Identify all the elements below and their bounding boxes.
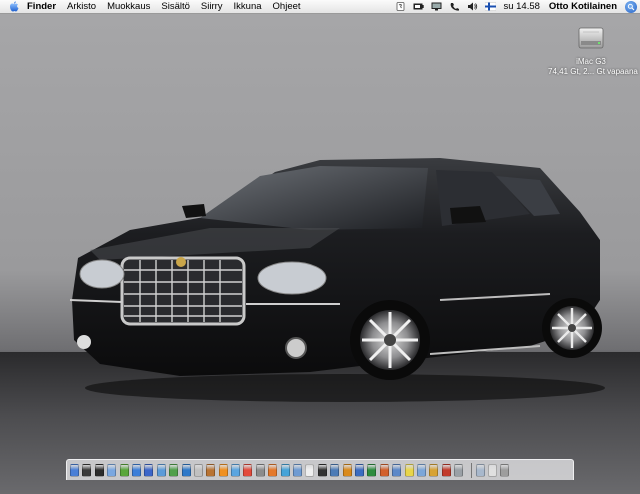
drive-capacity: 74,41 Gt, 2... Gt vapaana <box>548 67 638 76</box>
system-prefs-icon[interactable] <box>255 463 265 477</box>
menu-bar: Finder Arkisto Muokkaus Sisältö Siirry I… <box>0 0 640 14</box>
dock <box>66 459 574 480</box>
fast-user-switch[interactable]: Otto Kotilainen <box>549 1 617 12</box>
photoshop-icon[interactable] <box>330 463 340 477</box>
vlc-icon[interactable] <box>218 463 228 477</box>
menu-extras: su 14.58 Otto Kotilainen <box>395 0 640 13</box>
menu-muokkaus[interactable]: Muokkaus <box>107 1 150 12</box>
menu-finder[interactable]: Finder <box>27 1 56 12</box>
keynote-icon[interactable] <box>416 463 426 477</box>
excel-icon[interactable] <box>367 463 377 477</box>
imovie-icon[interactable] <box>169 463 179 477</box>
ichat-icon[interactable] <box>119 463 129 477</box>
garageband-icon[interactable] <box>193 463 203 477</box>
safari-icon[interactable] <box>131 463 141 477</box>
addressbook-icon[interactable] <box>206 463 216 477</box>
document-icon[interactable] <box>487 463 497 477</box>
ical-icon[interactable] <box>243 463 253 477</box>
word-icon[interactable] <box>354 463 364 477</box>
mail-icon[interactable] <box>107 463 117 477</box>
preview-icon[interactable] <box>231 463 241 477</box>
display-icon[interactable] <box>431 2 442 11</box>
drive-name: iMac G3 <box>576 57 606 66</box>
spotlight-icon[interactable] <box>625 0 637 13</box>
finder-icon[interactable] <box>70 463 79 477</box>
menu-sisalto[interactable]: Sisältö <box>161 1 190 12</box>
menubar-clock[interactable]: su 14.58 <box>503 1 539 12</box>
entourage-icon[interactable] <box>392 463 402 477</box>
utility-icon[interactable] <box>454 463 464 477</box>
menu-arkisto[interactable]: Arkisto <box>67 1 96 12</box>
itunes-icon[interactable] <box>144 463 154 477</box>
illustrator-icon[interactable] <box>342 463 352 477</box>
pages-icon[interactable] <box>429 463 439 477</box>
finnish-flag-icon[interactable] <box>485 2 497 11</box>
folder-icon[interactable] <box>475 463 485 477</box>
hard-drive-icon <box>578 27 604 49</box>
dashboard-icon[interactable] <box>82 463 92 477</box>
battery-icon[interactable] <box>413 2 425 11</box>
textedit-icon[interactable] <box>305 463 315 477</box>
dock-separator <box>470 462 472 478</box>
phone-icon[interactable] <box>449 2 460 11</box>
powerpoint-icon[interactable] <box>379 463 389 477</box>
trash-icon[interactable] <box>500 463 510 477</box>
globe-icon[interactable] <box>181 463 191 477</box>
terminal-icon[interactable] <box>317 463 327 477</box>
menu-ohjeet[interactable]: Ohjeet <box>273 1 301 12</box>
volume-icon[interactable] <box>467 2 478 11</box>
firefox-icon[interactable] <box>268 463 278 477</box>
wallpaper-car-image <box>69 158 605 402</box>
quicktime-icon[interactable] <box>293 463 303 477</box>
messenger-icon[interactable] <box>280 463 290 477</box>
menu-siirry[interactable]: Siirry <box>201 1 223 12</box>
desktop-drive[interactable]: iMac G3 74,41 Gt, 2... Gt vapaana <box>548 24 638 77</box>
iphoto-icon[interactable] <box>156 463 166 477</box>
apple-menu-icon[interactable] <box>9 1 19 12</box>
menu-ikkuna[interactable]: Ikkuna <box>234 1 262 12</box>
script-icon[interactable] <box>395 2 406 11</box>
acrobat-icon[interactable] <box>441 463 451 477</box>
stickies-icon[interactable] <box>404 463 414 477</box>
hyperlink-icon[interactable] <box>94 463 104 477</box>
